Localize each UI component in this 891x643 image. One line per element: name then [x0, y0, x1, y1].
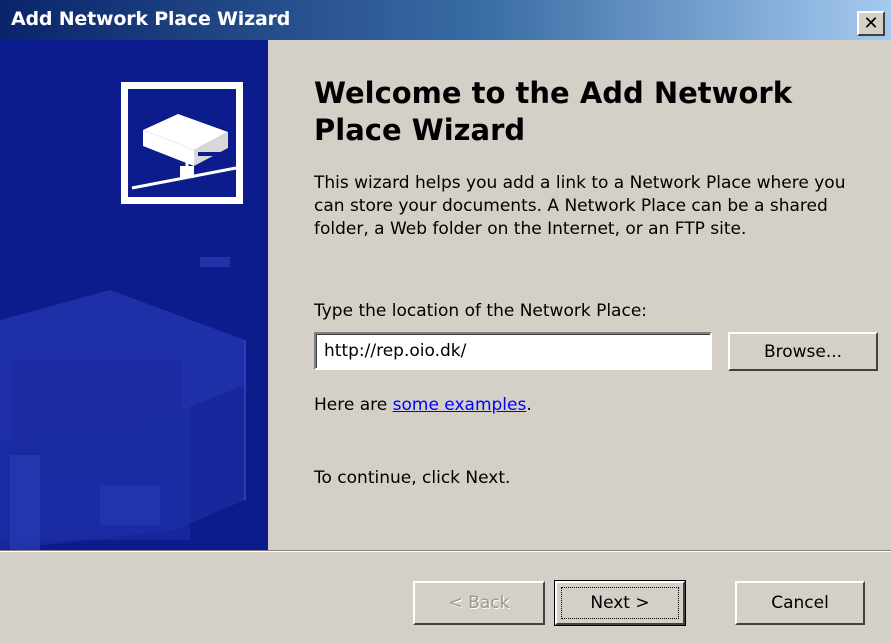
footer-separator-highlight — [0, 551, 891, 552]
examples-link[interactable]: some examples — [393, 395, 527, 415]
page-title: Welcome to the Add Network Place Wizard — [314, 76, 792, 147]
cancel-button[interactable]: Cancel — [735, 581, 865, 625]
examples-text: Here are some examples. — [314, 395, 532, 415]
next-button[interactable]: Next > — [554, 580, 686, 626]
focus-rectangle — [561, 587, 679, 619]
network-place-illustration — [0, 40, 268, 550]
location-label: Type the location of the Network Place: — [314, 301, 648, 321]
examples-suffix: . — [526, 395, 532, 415]
continue-hint: To continue, click Next. — [314, 468, 511, 488]
window-title: Add Network Place Wizard — [11, 8, 291, 30]
wizard-description: This wizard helps you add a link to a Ne… — [314, 173, 846, 239]
wizard-content: Welcome to the Add Network Place Wizard … — [268, 40, 891, 550]
back-button[interactable]: < Back — [413, 581, 545, 625]
close-button[interactable]: ✕ — [857, 11, 885, 36]
examples-prefix: Here are — [314, 395, 393, 415]
wizard-side-panel — [0, 40, 268, 550]
title-bar: Add Network Place Wizard ✕ — [0, 0, 891, 40]
location-input[interactable] — [314, 332, 712, 370]
close-icon: ✕ — [863, 12, 879, 34]
browse-button[interactable]: Browse... — [728, 332, 878, 371]
